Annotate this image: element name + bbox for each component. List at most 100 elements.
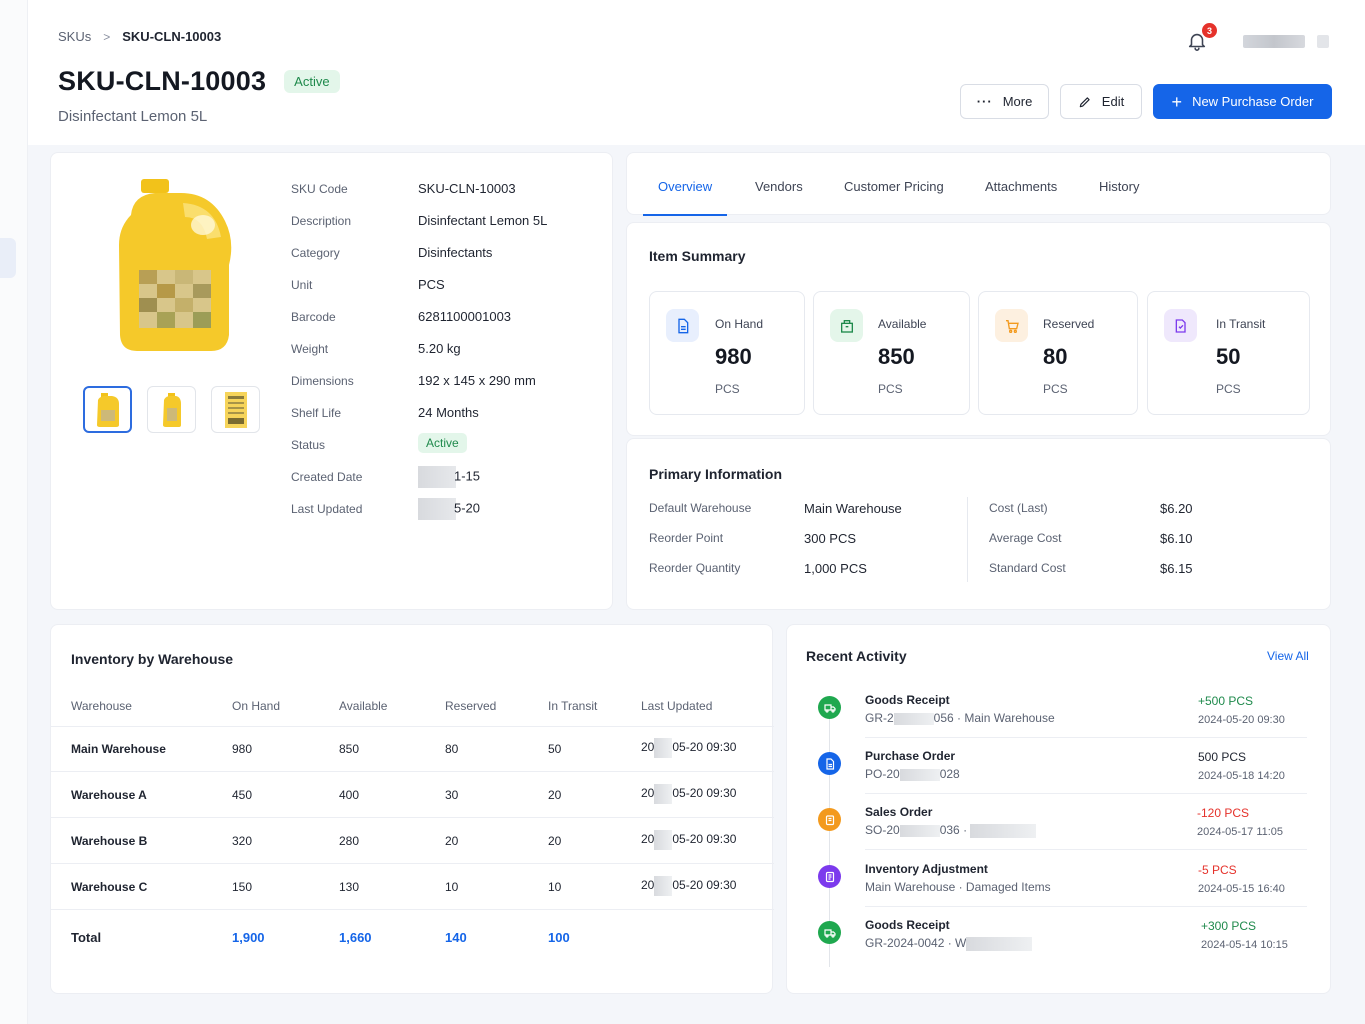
- activity-qty: +300 PCS: [1201, 919, 1257, 933]
- status-label: Status: [291, 438, 326, 452]
- activity-title[interactable]: Sales Order: [865, 805, 932, 819]
- reserved-cell: 80: [445, 742, 459, 756]
- breadcrumb-skus-link[interactable]: SKUs: [58, 29, 91, 44]
- table-row[interactable]: Warehouse C 150 130 10 10 20 05-20 09:30: [51, 864, 774, 910]
- available-cell: 280: [339, 834, 360, 848]
- product-image: [119, 179, 232, 351]
- more-dots-icon: ···: [976, 94, 993, 109]
- view-all-link[interactable]: View All: [1267, 649, 1309, 663]
- document-icon: [666, 309, 699, 342]
- column-header-reserved[interactable]: Reserved: [445, 699, 496, 713]
- status-badge-small: Active: [418, 433, 467, 453]
- truck-icon: [818, 696, 841, 719]
- tab-overview[interactable]: Overview: [658, 179, 712, 194]
- redacted-block: [654, 738, 673, 758]
- in-transit-cell: 50: [548, 742, 562, 756]
- redacted-block: [893, 712, 934, 725]
- activity-title[interactable]: Inventory Adjustment: [865, 862, 988, 876]
- stat-label: Reserved: [1043, 317, 1095, 331]
- description-value: Disinfectant Lemon 5L: [418, 213, 548, 228]
- sku-code-value: SKU-CLN-10003: [418, 181, 516, 196]
- column-header-in-transit[interactable]: In Transit: [548, 699, 597, 713]
- divider: [865, 737, 1307, 738]
- thumbnail-front[interactable]: [83, 386, 132, 433]
- barcode-label: Barcode: [291, 310, 336, 324]
- cost-last-label: Cost (Last): [989, 501, 1048, 515]
- edit-button-label: Edit: [1101, 94, 1125, 109]
- thumbnail-label[interactable]: [211, 386, 260, 433]
- last-updated-cell: 20 05-20 09:30: [641, 738, 736, 758]
- total-available: 1,660: [339, 930, 372, 945]
- user-avatar-redacted[interactable]: [1317, 35, 1329, 48]
- stat-label: On Hand: [715, 317, 764, 331]
- activity-time: 2024-05-20 09:30: [1198, 714, 1285, 726]
- page-title: SKU-CLN-10003: [58, 66, 267, 96]
- date-prefix: 20: [641, 832, 655, 847]
- last-updated-value-wrap: 5-20: [418, 498, 480, 520]
- tab-history[interactable]: History: [1099, 179, 1139, 194]
- ref-prefix: PO-20: [865, 767, 900, 781]
- product-details-card: SKU Code SKU-CLN-10003 Description Disin…: [50, 152, 613, 610]
- warehouse-cell: Main Warehouse: [71, 742, 166, 756]
- tab-attachments[interactable]: Attachments: [985, 179, 1057, 194]
- jug-thumbnail-icon: [96, 392, 119, 427]
- category-label: Category: [291, 246, 340, 260]
- available-cell: 400: [339, 788, 360, 802]
- stat-reserved: Reserved 80 PCS: [978, 291, 1138, 415]
- table-row[interactable]: Warehouse B 320 280 20 20 20 05-20 09:30: [51, 818, 774, 864]
- column-divider: [967, 497, 968, 582]
- breadcrumb-current: SKU-CLN-10003: [122, 29, 222, 44]
- edit-button[interactable]: Edit: [1060, 84, 1142, 119]
- box-icon: [830, 309, 863, 342]
- status-badge: Active: [284, 70, 340, 93]
- pencil-icon: [1079, 96, 1090, 107]
- cart-icon: [995, 309, 1028, 342]
- total-label: Total: [71, 930, 102, 945]
- column-header-warehouse[interactable]: Warehouse: [71, 699, 132, 713]
- stat-value: 50: [1216, 344, 1241, 369]
- item-summary-card: Item Summary On Hand 980 PCS Available 8…: [626, 222, 1331, 436]
- dimensions-label: Dimensions: [291, 374, 354, 388]
- user-name-redacted[interactable]: [1243, 35, 1305, 48]
- date-suffix: 05-20 09:30: [672, 878, 737, 893]
- status-value-wrap: Active: [418, 433, 467, 453]
- new-purchase-order-button[interactable]: + New Purchase Order: [1153, 84, 1332, 119]
- total-reserved: 140: [445, 930, 467, 945]
- total-in-transit: 100: [548, 930, 570, 945]
- reserved-cell: 30: [445, 788, 459, 802]
- activity-qty: +500 PCS: [1198, 694, 1254, 708]
- column-header-last-updated[interactable]: Last Updated: [641, 699, 712, 713]
- more-button[interactable]: ··· More: [960, 84, 1049, 119]
- date-suffix: 05-20 09:30: [672, 740, 737, 755]
- truck-icon: [818, 921, 841, 944]
- activity-title[interactable]: Goods Receipt: [865, 693, 950, 707]
- warehouse-cell: Warehouse A: [71, 788, 147, 802]
- column-header-on-hand[interactable]: On Hand: [232, 699, 280, 713]
- activity-time: 2024-05-17 11:05: [1197, 826, 1284, 838]
- activity-ref: PO-20 028: [865, 767, 960, 781]
- activity-title[interactable]: Purchase Order: [865, 749, 955, 763]
- reserved-cell: 10: [445, 880, 459, 894]
- date-prefix: 20: [641, 740, 655, 755]
- notification-count-badge: 3: [1202, 23, 1217, 38]
- table-row[interactable]: Main Warehouse 980 850 80 50 20 05-20 09:…: [51, 726, 774, 772]
- activity-title[interactable]: Goods Receipt: [865, 918, 950, 932]
- activity-qty: 500 PCS: [1198, 750, 1247, 764]
- ref-suffix: 056: [933, 711, 954, 725]
- tab-customer-pricing[interactable]: Customer Pricing: [844, 179, 944, 194]
- product-thumbnails: [83, 386, 260, 433]
- table-row[interactable]: Warehouse A 450 400 30 20 20 05-20 09:30: [51, 772, 774, 818]
- on-hand-cell: 980: [232, 742, 253, 756]
- column-header-available[interactable]: Available: [339, 699, 387, 713]
- sku-code-label: SKU Code: [291, 182, 348, 196]
- activity-ref: Main Warehouse · Damaged Items: [865, 880, 1051, 894]
- redacted-block: [418, 498, 456, 520]
- tab-vendors[interactable]: Vendors: [755, 179, 803, 194]
- shelf-life-label: Shelf Life: [291, 406, 342, 420]
- redacted-block: [966, 936, 1033, 951]
- on-hand-cell: 320: [232, 834, 253, 848]
- thumbnail-side[interactable]: [147, 386, 196, 433]
- date-suffix: 05-20 09:30: [672, 832, 737, 847]
- document-icon: [818, 752, 841, 775]
- date-suffix: 05-20 09:30: [672, 786, 737, 801]
